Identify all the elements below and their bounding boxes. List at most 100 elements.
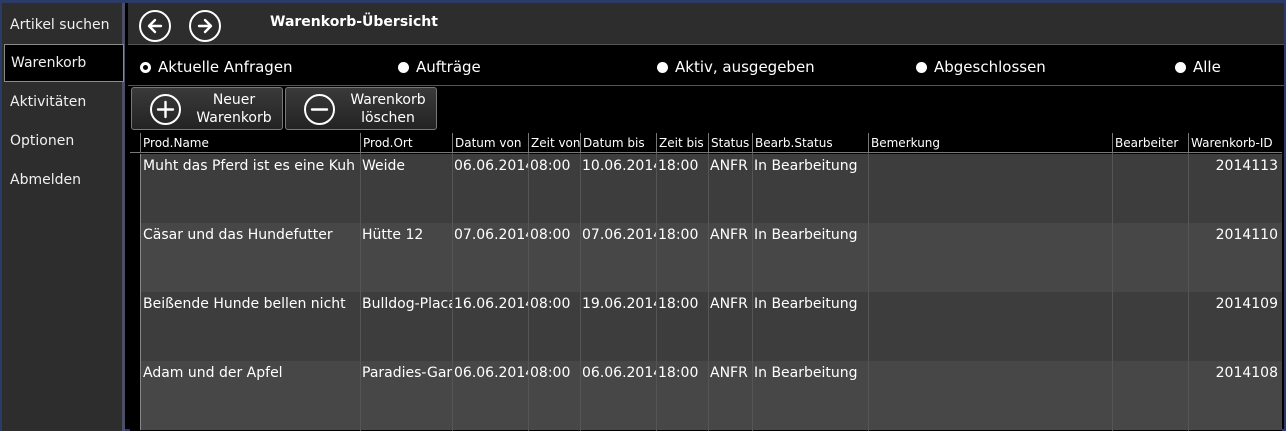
radio-alle[interactable]: Alle [1175, 58, 1221, 76]
new-cart-button[interactable]: Neuer Warenkorb [131, 87, 283, 130]
toolbar: Neuer Warenkorb Warenkorb löschen [128, 86, 1284, 132]
cell-zeit-von: 08:00 [530, 158, 571, 174]
column-header-bemerkung[interactable]: Bemerkung [868, 133, 1112, 153]
cell-datum-von: 06.06.2014 [454, 158, 528, 174]
cell-prod-ort: Weide [362, 158, 406, 174]
cell-datum-von: 07.06.2014 [454, 227, 528, 243]
cell-prod-name: Beißende Hunde bellen nicht [143, 296, 346, 312]
cell-zeit-von: 08:00 [530, 227, 571, 243]
radio-aktiv-ausgegeben[interactable]: Aktiv, ausgegeben [657, 58, 815, 76]
page-title: Warenkorb-Übersicht [270, 14, 438, 30]
radio-icon [916, 61, 927, 73]
radio-icon [1175, 61, 1186, 73]
delete-cart-label-line1: Warenkorb [350, 92, 426, 108]
cell-status: ANFR [710, 227, 748, 243]
column-divider [528, 153, 529, 431]
cell-bearb-status: In Bearbeitung [754, 158, 858, 174]
row-indicator [130, 223, 141, 292]
sidebar-item-label: Artikel suchen [10, 17, 110, 33]
cell-status: ANFR [710, 365, 748, 381]
table-row[interactable]: Beißende Hunde bellen nicht Bulldog-Plac… [130, 292, 1282, 361]
column-header-zeit-bis[interactable]: Zeit bis [656, 133, 708, 153]
new-cart-label: Neuer Warenkorb [188, 91, 280, 127]
cell-warenkorb-id: 2014110 [1215, 227, 1278, 243]
column-header-bearbeiter[interactable]: Bearbeiter [1112, 133, 1188, 153]
column-header-zeit-von[interactable]: Zeit von [528, 133, 580, 153]
cell-prod-name: Adam und der Apfel [143, 365, 283, 381]
cell-datum-bis: 19.06.2014 [582, 296, 656, 312]
column-divider [580, 153, 581, 431]
forward-button[interactable] [189, 10, 221, 42]
delete-cart-button[interactable]: Warenkorb löschen [285, 87, 437, 130]
cell-datum-von: 06.06.2014 [454, 365, 528, 381]
table-header: Prod.Name Prod.Ort Datum von Zeit von Da… [130, 133, 1282, 153]
radio-auftraege[interactable]: Aufträge [398, 58, 481, 76]
cell-bearb-status: In Bearbeitung [754, 296, 858, 312]
cell-zeit-von: 08:00 [530, 365, 571, 381]
radio-icon [398, 61, 409, 73]
table-row[interactable]: Adam und der Apfel Paradies-Gart 06.06.2… [130, 361, 1282, 430]
sidebar-item-aktivitaeten[interactable]: Aktivitäten [4, 83, 124, 121]
row-indicator [130, 154, 141, 223]
cell-status: ANFR [710, 296, 748, 312]
column-divider [1112, 153, 1113, 431]
radio-aktuelle-anfragen[interactable]: Aktuelle Anfragen [140, 58, 293, 76]
cell-bearb-status: In Bearbeitung [754, 365, 858, 381]
sidebar-item-label: Abmelden [10, 172, 81, 188]
plus-icon [150, 94, 181, 125]
sidebar-item-artikel-suchen[interactable]: Artikel suchen [4, 6, 124, 44]
filter-bar: Aktuelle Anfragen Aufträge Aktiv, ausgeg… [128, 44, 1284, 86]
cell-datum-bis: 07.06.2014 [582, 227, 656, 243]
column-divider [656, 153, 657, 431]
sidebar-item-warenkorb[interactable]: Warenkorb [4, 44, 124, 82]
cell-bearb-status: In Bearbeitung [754, 227, 858, 243]
new-cart-label-line2: Warenkorb [196, 110, 272, 126]
column-header-bearb-status[interactable]: Bearb.Status [752, 133, 868, 153]
cell-warenkorb-id: 2014113 [1215, 158, 1278, 174]
cell-zeit-bis: 18:00 [658, 158, 699, 174]
column-divider [452, 153, 453, 431]
cell-datum-bis: 10.06.2014 [582, 158, 656, 174]
cell-zeit-bis: 18:00 [658, 365, 699, 381]
cell-prod-ort: Paradies-Gart [362, 365, 452, 381]
minus-icon [304, 94, 335, 125]
cell-datum-bis: 06.06.2014 [582, 365, 656, 381]
row-indicator [130, 361, 141, 430]
cell-prod-ort: Hütte 12 [362, 227, 424, 243]
radio-label: Aufträge [416, 58, 481, 76]
cart-table: Prod.Name Prod.Ort Datum von Zeit von Da… [130, 133, 1282, 431]
sidebar-item-label: Optionen [10, 133, 75, 149]
radio-label: Aktiv, ausgegeben [675, 58, 815, 76]
column-header-prod-name[interactable]: Prod.Name [140, 133, 360, 153]
arrow-right-icon [197, 18, 213, 34]
sidebar-item-abmelden[interactable]: Abmelden [4, 161, 124, 199]
column-header-datum-bis[interactable]: Datum bis [580, 133, 656, 153]
sidebar-item-label: Aktivitäten [10, 94, 87, 110]
back-button[interactable] [139, 10, 171, 42]
new-cart-label-line1: Neuer [212, 92, 256, 108]
cell-prod-ort: Bulldog-Placa [362, 296, 452, 312]
table-row[interactable]: Cäsar und das Hundefutter Hütte 12 07.06… [130, 223, 1282, 292]
sidebar: Artikel suchen Warenkorb Aktivitäten Opt… [2, 3, 125, 431]
arrow-left-icon [147, 18, 163, 34]
radio-selected-icon [140, 61, 151, 73]
cell-zeit-bis: 18:00 [658, 227, 699, 243]
delete-cart-label: Warenkorb löschen [342, 91, 434, 127]
row-indicator [130, 292, 141, 361]
table-row[interactable]: Muht das Pferd ist es eine Kuh Weide 06.… [130, 154, 1282, 223]
column-divider [708, 153, 709, 431]
radio-abgeschlossen[interactable]: Abgeschlossen [916, 58, 1046, 76]
cell-warenkorb-id: 2014108 [1215, 365, 1278, 381]
cell-prod-name: Cäsar und das Hundefutter [143, 227, 333, 243]
delete-cart-label-line2: löschen [361, 110, 415, 126]
column-header-prod-ort[interactable]: Prod.Ort [360, 133, 452, 153]
cell-datum-von: 16.06.2014 [454, 296, 528, 312]
column-header-datum-von[interactable]: Datum von [452, 133, 528, 153]
column-header-warenkorb-id[interactable]: Warenkorb-ID [1188, 133, 1282, 153]
column-header-status[interactable]: Status [708, 133, 752, 153]
cell-zeit-bis: 18:00 [658, 296, 699, 312]
column-divider [752, 153, 753, 431]
column-divider [1188, 153, 1189, 431]
sidebar-item-optionen[interactable]: Optionen [4, 122, 124, 160]
cell-zeit-von: 08:00 [530, 296, 571, 312]
